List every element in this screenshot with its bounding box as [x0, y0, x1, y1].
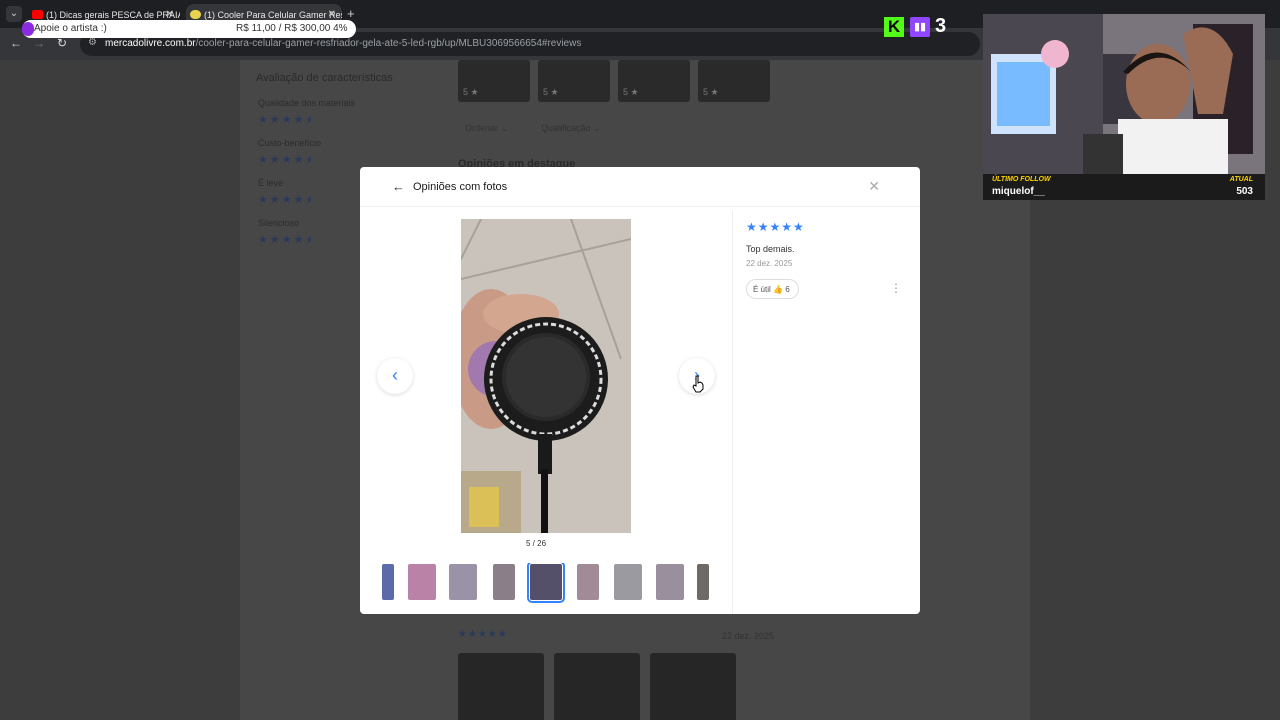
thumbnail-strip [382, 563, 712, 603]
characteristic-stars: ★★★★⯨ [258, 194, 314, 206]
new-tab-button[interactable]: + [347, 6, 355, 21]
thumbnail[interactable] [493, 564, 515, 600]
cooler-photo-image [461, 219, 631, 533]
useful-label: É útil [753, 285, 771, 294]
thumbnail[interactable] [577, 564, 599, 600]
thumbs-up-icon: 👍 [773, 285, 783, 294]
review-rating-stars: ★★★★★ [746, 220, 805, 234]
review-main-photo [461, 219, 631, 533]
photo-thumbnail[interactable]: 5 ★ [618, 60, 690, 102]
characteristic-label: É leve [258, 178, 284, 188]
donation-label: Apoie o artista :) [34, 23, 107, 34]
photo-reviews-modal: ← Opiniões com fotos ✕ 5 / 26 ‹ › ★★★★★ … [360, 167, 920, 614]
platform-count: 3 [935, 15, 947, 37]
tab-title: (1) Cooler Para Celular Gamer Resfriador [204, 10, 342, 20]
photo-thumbnail[interactable]: 5 ★ [538, 60, 610, 102]
url-text: mercadolivre.com.br/cooler-para-celular-… [105, 38, 582, 49]
tab-close-icon[interactable]: ✕ [166, 9, 174, 20]
rating-filter[interactable]: Qualificação ⌄ [541, 123, 601, 134]
thumb-rating: 5 ★ [623, 87, 639, 97]
last-follow-user: miquelof__ [992, 186, 1045, 197]
current-label: ATUAL [1229, 176, 1253, 183]
webcam-feed [983, 14, 1265, 174]
thumbnail[interactable] [408, 564, 436, 600]
close-icon[interactable]: ✕ [868, 178, 880, 195]
thumbnail[interactable] [697, 564, 709, 600]
back-arrow-icon[interactable]: ← [392, 179, 405, 194]
thumb-rating: 5 ★ [463, 87, 479, 97]
forward-icon[interactable]: → [33, 36, 45, 50]
characteristic-label: Custo-benefício [258, 138, 322, 148]
more-options-icon[interactable]: ⋮ [890, 281, 902, 295]
review-photo[interactable] [650, 653, 736, 720]
modal-title: Opiniões com fotos [413, 181, 508, 193]
thumbnail[interactable] [614, 564, 642, 600]
back-icon[interactable]: ← [10, 36, 22, 50]
site-info-icon[interactable]: ⚙ [88, 37, 97, 48]
current-value: 503 [1236, 186, 1253, 197]
donation-amount: R$ 11,00 / R$ 300,00 4% [236, 23, 348, 34]
kick-icon: K [884, 17, 904, 37]
tab-close-icon[interactable]: ✕ [328, 9, 336, 20]
thumbnail-selected[interactable] [527, 563, 565, 603]
useful-count: 6 [785, 285, 790, 294]
screen: ⌄ (1) Dicas gerais PESCA de PRAIA ✕ (1) … [0, 0, 1280, 720]
characteristic-stars: ★★★★⯨ [258, 114, 314, 126]
previous-photo-button[interactable]: ‹ [377, 358, 413, 394]
thumb-rating: 5 ★ [543, 87, 559, 97]
characteristic-stars: ★★★★⯨ [258, 234, 314, 246]
sort-filter[interactable]: Ordenar ⌄ [465, 123, 508, 134]
tab-list-button[interactable]: ⌄ [6, 6, 22, 22]
characteristics-title: Avaliação de características [256, 72, 393, 84]
last-follow-label: ÚLTIMO FOLLOW [992, 176, 1051, 183]
review-photo[interactable] [554, 653, 640, 720]
characteristic-label: Qualidade dos materiais [258, 98, 356, 108]
review-stars: ★★★★★ [458, 629, 508, 640]
mercadolivre-icon [190, 10, 201, 19]
photo-thumbnail[interactable]: 5 ★ [458, 60, 530, 102]
donation-goal-bar: Apoie o artista :) R$ 11,00 / R$ 300,00 … [22, 20, 356, 38]
thumbnail[interactable] [656, 564, 684, 600]
modal-header: ← Opiniões com fotos ✕ [360, 167, 920, 207]
thumbnail[interactable] [382, 564, 394, 600]
follow-bar: ÚLTIMO FOLLOW miquelof__ ATUAL 503 [983, 174, 1265, 200]
characteristic-label: Silencioso [258, 218, 300, 228]
review-date: 22 dez. 2025 [746, 259, 793, 268]
webcam-image [983, 14, 1265, 174]
thumbnail[interactable] [449, 564, 477, 600]
characteristic-stars: ★★★★⯨ [258, 154, 314, 166]
photo-counter: 5 / 26 [526, 539, 547, 548]
youtube-icon [32, 10, 43, 19]
thumb-rating: 5 ★ [703, 87, 719, 97]
hand-cursor-icon [692, 375, 704, 393]
review-date: 22 dez. 2025 [722, 631, 775, 641]
reload-icon[interactable]: ↻ [57, 36, 67, 50]
review-text: Top demais. [746, 244, 795, 254]
review-photo[interactable] [458, 653, 544, 720]
tab-title: (1) Dicas gerais PESCA de PRAIA [46, 10, 180, 20]
photo-thumbnail[interactable]: 5 ★ [698, 60, 770, 102]
chevron-left-icon: ‹ [392, 365, 398, 385]
twitch-icon: ▮▮ [910, 17, 930, 37]
modal-divider [732, 211, 733, 614]
useful-button[interactable]: É útil 👍 6 [746, 279, 799, 299]
goal-progress-icon [22, 22, 34, 36]
